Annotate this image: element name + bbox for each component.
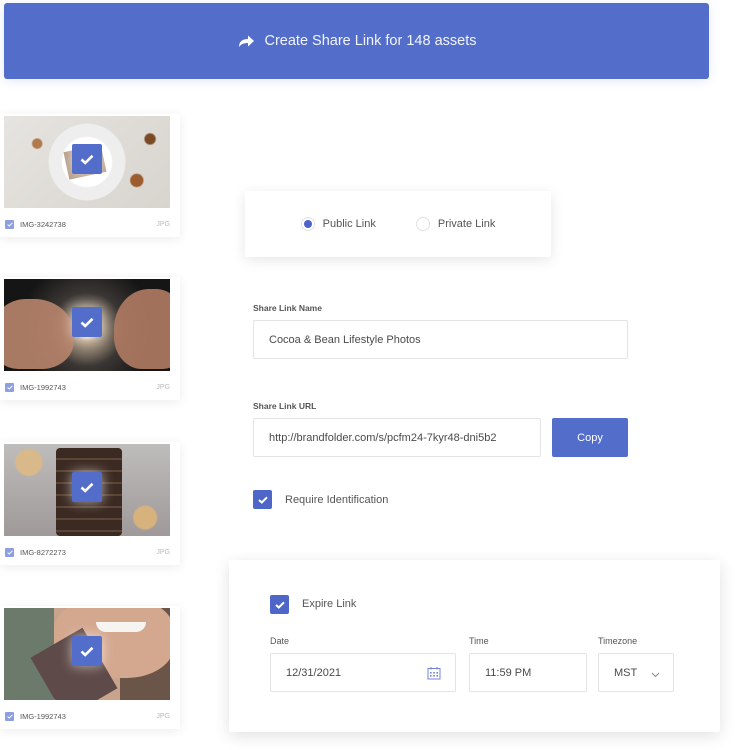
calendar-icon[interactable] <box>427 666 441 683</box>
asset-thumbnail <box>4 608 170 700</box>
asset-select-checkbox[interactable] <box>5 219 14 229</box>
chevron-down-icon <box>651 669 660 681</box>
asset-select-checkbox[interactable] <box>5 711 14 721</box>
checkmark-icon <box>257 496 268 504</box>
asset-card[interactable]: IMG-1992743 JPG <box>0 606 180 729</box>
timezone-value: MST <box>614 666 638 679</box>
share-link-url-label: Share Link URL <box>253 401 317 411</box>
date-value: 12/31/2021 <box>286 666 342 679</box>
share-link-url-value: http://brandfolder.com/s/pcfm24-7kyr48-d… <box>269 431 497 444</box>
checkmark-icon[interactable] <box>72 636 102 666</box>
timezone-select[interactable]: MST <box>598 653 674 692</box>
time-value: 11:59 PM <box>485 666 532 679</box>
checkmark-icon[interactable] <box>72 307 102 337</box>
share-link-name-input[interactable]: Cocoa & Bean Lifestyle Photos <box>253 320 628 359</box>
checkmark-icon[interactable] <box>72 144 102 174</box>
share-link-name-value: Cocoa & Bean Lifestyle Photos <box>269 333 421 346</box>
asset-thumbnail <box>4 116 170 208</box>
asset-name: IMG-3242738 <box>20 219 66 229</box>
timezone-label: Timezone <box>598 636 638 646</box>
require-identification-checkbox[interactable] <box>253 490 272 509</box>
share-link-url-input[interactable]: http://brandfolder.com/s/pcfm24-7kyr48-d… <box>253 418 541 457</box>
share-arrow-icon <box>237 34 255 48</box>
asset-type: JPG <box>156 220 170 228</box>
share-link-name-label: Share Link Name <box>253 303 322 313</box>
private-link-radio[interactable]: Private Link <box>415 217 496 231</box>
asset-select-checkbox[interactable] <box>5 547 14 557</box>
asset-type: JPG <box>156 712 170 720</box>
date-label: Date <box>270 636 290 646</box>
asset-thumbnail <box>4 279 170 371</box>
asset-type: JPG <box>156 548 170 556</box>
asset-type: JPG <box>156 383 170 391</box>
asset-name: IMG-8272273 <box>20 547 66 557</box>
link-type-panel: Public Link Private Link <box>245 191 551 257</box>
asset-card[interactable]: IMG-1992743 JPG <box>0 277 180 400</box>
expire-link-panel: Expire Link Date 12/31/2021 Time 11:59 P… <box>229 560 720 732</box>
asset-name: IMG-1992743 <box>20 382 66 392</box>
expire-link-label: Expire Link <box>302 598 357 610</box>
date-input[interactable]: 12/31/2021 <box>270 653 456 692</box>
asset-card[interactable]: IMG-8272273 JPG <box>0 442 180 565</box>
checkmark-icon[interactable] <box>72 472 102 502</box>
expire-link-checkbox[interactable] <box>270 595 289 614</box>
create-share-link-button[interactable]: Create Share Link for 148 assets <box>4 3 709 79</box>
require-identification-label: Require Identification <box>285 494 389 506</box>
copy-button[interactable]: Copy <box>552 418 628 457</box>
checkmark-icon <box>274 601 285 609</box>
asset-thumbnail <box>4 444 170 536</box>
radio-selected-icon <box>300 217 315 231</box>
private-link-label: Private Link <box>437 218 496 230</box>
create-share-link-label: Create Share Link for 148 assets <box>264 33 477 49</box>
time-label: Time <box>469 636 489 646</box>
public-link-radio[interactable]: Public Link <box>300 217 376 231</box>
asset-select-checkbox[interactable] <box>5 382 14 392</box>
asset-card[interactable]: IMG-3242738 JPG <box>0 114 180 237</box>
asset-name: IMG-1992743 <box>20 711 66 721</box>
radio-unselected-icon <box>415 217 430 231</box>
time-input[interactable]: 11:59 PM <box>469 653 587 692</box>
public-link-label: Public Link <box>322 218 376 230</box>
